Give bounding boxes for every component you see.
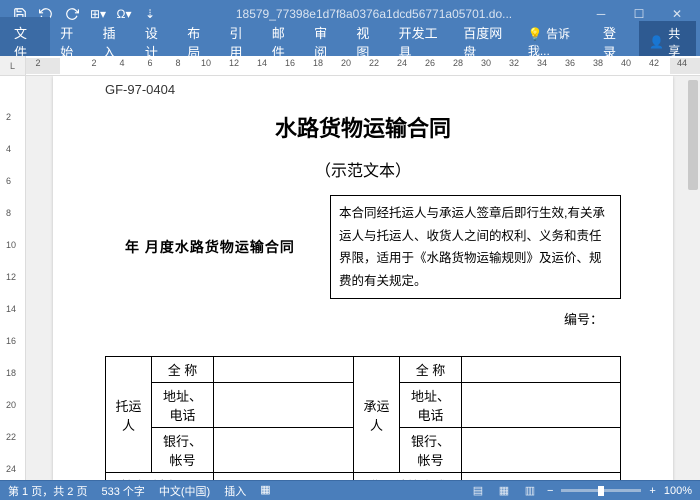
zoom-out-button[interactable]: − [547,485,553,497]
period-label: 年 月度水路货物运输合同 [105,195,330,299]
plan-no-label: 核定计划号码 [106,473,214,481]
table-row: 核定计划号码 费用结算方式 [106,473,621,481]
zoom-level[interactable]: 100% [664,485,692,497]
doc-subtitle: （示范文本） [105,157,621,181]
status-right: ▤ ▦ ▥ − + 100% [469,484,692,498]
table-row: 托运人 全 称 承运人 全 称 [106,357,621,383]
zoom-in-button[interactable]: + [649,485,655,497]
cell [214,473,354,481]
read-mode-icon[interactable]: ▤ [469,484,487,498]
horizontal-ruler-row: L 22468101214161820222426283032343638404… [0,56,700,76]
vertical-ruler[interactable]: 24681012141618202224 [0,76,26,480]
horizontal-ruler[interactable]: 2246810121416182022242628303234363840424… [26,56,700,75]
contract-number-label: 编号： [105,309,603,328]
person-icon: 👤 [649,35,664,49]
note-box: 本合同经托运人与承运人签章后即行生效,有关承运人与托运人、收货人之间的权利、义务… [330,195,621,299]
ruler-corner[interactable]: L [0,56,26,75]
addr-tel-label: 地址、电话 [152,383,214,428]
page-indicator[interactable]: 第 1 页，共 2 页 [8,483,87,499]
document-page: GF-97-0404 水路货物运输合同 （示范文本） 年 月度水路货物运输合同 … [53,76,673,480]
carrier-label: 承运人 [354,357,400,473]
fullname-label: 全 称 [152,357,214,383]
cell [462,383,621,428]
language-indicator[interactable]: 中文(中国) [159,483,210,499]
cell [462,428,621,473]
doc-title: 水路货物运输合同 [105,111,621,143]
word-count[interactable]: 533 个字 [101,483,144,499]
zoom-slider[interactable] [561,489,641,492]
vertical-scrollbar[interactable] [686,76,700,480]
page-header-code: GF-97-0404 [105,82,621,97]
period-note-row: 年 月度水路货物运输合同 本合同经托运人与承运人签章后即行生效,有关承运人与托运… [105,195,621,299]
work-area: 24681012141618202224 GF-97-0404 水路货物运输合同… [0,76,700,480]
scrollbar-thumb[interactable] [688,80,698,190]
lightbulb-icon: 💡 [528,27,543,41]
status-left: 第 1 页，共 2 页 533 个字 中文(中国) 插入 ▦ [8,483,271,499]
web-layout-icon[interactable]: ▥ [521,484,539,498]
cell [462,473,621,481]
settle-method-label: 费用结算方式 [354,473,462,481]
cell [462,357,621,383]
print-layout-icon[interactable]: ▦ [495,484,513,498]
addr-tel-label: 地址、电话 [400,383,462,428]
consignor-label: 托运人 [106,357,152,473]
cell [214,428,354,473]
zoom-slider-thumb[interactable] [598,486,604,496]
ribbon-tabs: 文件 开始 插入 设计 布局 引用 邮件 审阅 视图 开发工具 百度网盘 💡 告… [0,28,700,56]
status-bar: 第 1 页，共 2 页 533 个字 中文(中国) 插入 ▦ ▤ ▦ ▥ − +… [0,480,700,500]
bank-acct-label: 银行、帐号 [152,428,214,473]
macro-icon[interactable]: ▦ [260,483,270,499]
cell [214,383,354,428]
cell [214,357,354,383]
contract-table: 托运人 全 称 承运人 全 称 地址、电话 地址、电话 银行、帐号 银行、 [105,356,621,480]
bank-acct-label: 银行、帐号 [400,428,462,473]
page-scroll-area[interactable]: GF-97-0404 水路货物运输合同 （示范文本） 年 月度水路货物运输合同 … [26,76,700,480]
insert-mode[interactable]: 插入 [224,483,246,499]
fullname-label: 全 称 [400,357,462,383]
